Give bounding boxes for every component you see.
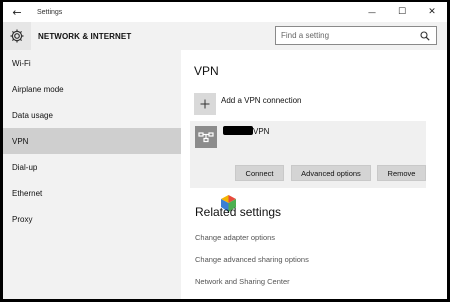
advanced-options-button[interactable]: Advanced options (291, 165, 371, 181)
sidebar-item-wifi[interactable]: Wi-Fi (3, 50, 181, 76)
sidebar-item-label: Proxy (12, 214, 33, 224)
sidebar-item-dial-up[interactable]: Dial-up (3, 154, 181, 180)
window-controls: — ☐ ✕ (357, 2, 447, 22)
change-adapter-options-link[interactable]: Change adapter options (195, 233, 275, 242)
page-title: VPN (194, 64, 219, 78)
change-advanced-sharing-link[interactable]: Change advanced sharing options (195, 255, 309, 264)
vpn-name-suffix: VPN (253, 127, 270, 136)
title-bar: ← Settings — ☐ ✕ (3, 2, 447, 22)
minimize-button[interactable]: — (357, 2, 387, 22)
sidebar-item-label: Wi-Fi (12, 58, 31, 68)
maximize-button[interactable]: ☐ (387, 2, 417, 22)
network-sharing-center-link[interactable]: Network and Sharing Center (195, 277, 290, 286)
settings-window: ← Settings — ☐ ✕ NETWORK & INTERNET Find… (3, 2, 447, 299)
vpn-connection-name: VPN (223, 126, 269, 136)
search-input[interactable] (276, 31, 416, 40)
sidebar-item-data-usage[interactable]: Data usage (3, 102, 181, 128)
close-button[interactable]: ✕ (417, 2, 447, 22)
search-icon[interactable] (416, 27, 434, 44)
back-button[interactable]: ← (3, 2, 31, 22)
search-box[interactable] (275, 26, 437, 45)
vpn-connection-item[interactable]: VPN Connect Advanced options Remove (190, 121, 426, 188)
vpn-network-icon (195, 126, 217, 148)
add-vpn-connection-button[interactable]: Add a VPN connection (194, 93, 302, 115)
sidebar-item-label: Data usage (12, 110, 53, 120)
sidebar-item-ethernet[interactable]: Ethernet (3, 180, 181, 206)
sidebar-item-airplane-mode[interactable]: Airplane mode (3, 76, 181, 102)
plus-icon (194, 93, 216, 115)
main-content: VPN Add a VPN connection VPN Connect Adv… (181, 50, 447, 299)
redacted-name (223, 126, 253, 135)
sidebar-item-label: VPN (12, 136, 29, 146)
back-arrow-icon: ← (12, 5, 22, 19)
sidebar-item-label: Ethernet (12, 188, 43, 198)
close-icon: ✕ (428, 7, 436, 17)
sidebar-item-vpn[interactable]: VPN (3, 128, 181, 154)
settings-header: NETWORK & INTERNET (3, 22, 447, 50)
section-title: NETWORK & INTERNET (38, 31, 132, 41)
window-title: Settings (37, 8, 63, 16)
remove-button[interactable]: Remove (377, 165, 426, 181)
connect-button[interactable]: Connect (235, 165, 284, 181)
sidebar-item-proxy[interactable]: Proxy (3, 206, 181, 232)
sidebar-item-label: Dial-up (12, 162, 38, 172)
related-settings-heading: Related settings (195, 205, 282, 219)
gear-icon (3, 22, 31, 50)
add-vpn-label: Add a VPN connection (221, 96, 302, 105)
maximize-icon: ☐ (397, 7, 407, 17)
gear-icon-graphic (10, 29, 24, 43)
sidebar-item-label: Airplane mode (12, 84, 64, 94)
minimize-icon: — (368, 7, 376, 17)
sidebar: Wi-Fi Airplane mode Data usage VPN Dial-… (3, 50, 181, 299)
